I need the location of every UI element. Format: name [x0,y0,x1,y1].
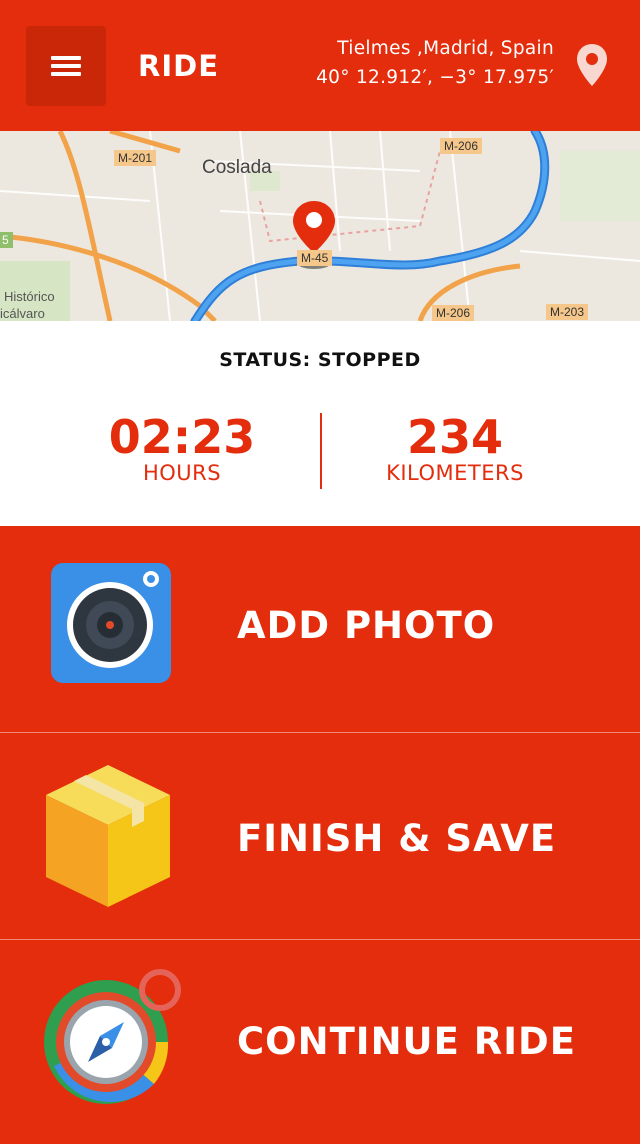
road-label: M-206 [440,138,483,154]
road-label: 5 [0,232,13,248]
road-label: M-206 [432,305,475,321]
add-photo-button[interactable]: ADD PHOTO [0,526,640,732]
location-name: Tielmes ,Madrid, Spain [337,38,554,59]
route-map[interactable]: M-201 M-206 M-45 M-206 M-203 5 Coslada H… [0,131,640,321]
camera-icon [51,563,171,683]
map-town-label: Coslada [202,157,272,178]
map-place-label: icálvaro [0,306,45,321]
ride-stats: STATUS: STOPPED 02:23 HOURS 234 KILOMETE… [0,321,640,526]
app-title: RIDE [138,49,220,83]
box-icon [46,765,170,907]
map-place-label: Histórico [4,289,55,304]
add-photo-label: ADD PHOTO [237,604,496,647]
road-label: M-203 [546,304,589,320]
distance-value: 234 [406,410,504,464]
stats-divider [320,413,322,489]
location-coordinates: 40° 12.912′, −3° 17.975′ [316,67,554,88]
time-unit: HOURS [142,461,222,485]
app-header: RIDE Tielmes ,Madrid, Spain 40° 12.912′,… [0,0,640,131]
menu-button[interactable] [26,26,106,106]
map-pin-icon[interactable] [574,42,610,88]
road-label: M-201 [114,150,157,166]
finish-save-label: FINISH & SAVE [237,817,557,860]
status-text: STATUS: STOPPED [219,349,421,371]
time-value: 02:23 [108,410,256,464]
distance-unit: KILOMETERS [386,461,524,485]
road-label: M-45 [297,250,333,266]
finish-save-button[interactable]: FINISH & SAVE [0,733,640,939]
continue-ride-button[interactable]: CONTINUE RIDE [0,940,640,1144]
compass-icon [44,969,181,1104]
continue-ride-label: CONTINUE RIDE [237,1020,576,1063]
map-roads [0,131,640,321]
